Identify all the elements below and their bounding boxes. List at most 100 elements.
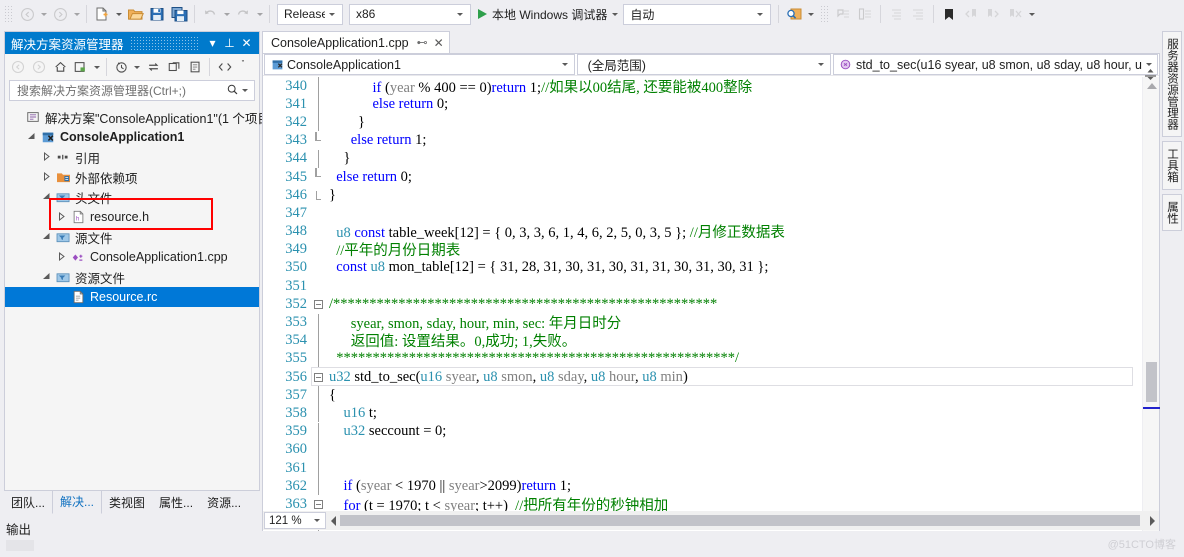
window-menu-chevron-down-icon[interactable]: ▾ bbox=[204, 36, 221, 50]
tool-tab[interactable]: 属性... bbox=[152, 492, 200, 514]
pin-icon[interactable]: ⊥ bbox=[221, 36, 238, 50]
start-debug-dropdown[interactable] bbox=[609, 3, 620, 25]
close-icon[interactable]: ✕ bbox=[238, 36, 255, 50]
zoom-caret-icon[interactable] bbox=[311, 519, 323, 522]
code-editor-surface[interactable]: 340 if (year % 400 == 0)return 1;//如果以00… bbox=[263, 77, 1159, 531]
tool-tab[interactable]: 类视图 bbox=[102, 492, 152, 514]
tab-close-icon[interactable]: ✕ bbox=[434, 36, 444, 50]
se-collapse-all-icon[interactable] bbox=[164, 57, 185, 78]
expander-expanded-icon[interactable] bbox=[39, 232, 54, 243]
expander-collapsed-icon[interactable] bbox=[39, 151, 54, 163]
expander-collapsed-icon[interactable] bbox=[54, 211, 69, 223]
undo-dropdown[interactable] bbox=[221, 3, 232, 25]
horizontal-scroll-thumb[interactable] bbox=[340, 515, 1140, 526]
toolbar-grip[interactable] bbox=[4, 5, 14, 23]
next-bookmark-icon[interactable] bbox=[982, 3, 1004, 25]
expander-expanded-icon[interactable] bbox=[39, 272, 54, 283]
fold-collapse-icon[interactable] bbox=[309, 299, 327, 309]
navbar-project-combo[interactable]: ConsoleApplication1 bbox=[264, 54, 575, 75]
code-line[interactable]: 353 syear, smon, sday, hour, min, sec: 年… bbox=[263, 313, 1159, 332]
tree-item[interactable]: 资源文件 bbox=[5, 267, 259, 287]
tree-item[interactable]: Resource.rc bbox=[5, 287, 259, 307]
configuration-caret-icon[interactable] bbox=[325, 12, 339, 16]
code-line[interactable]: 354 返回值: 设置结果。0,成功; 1,失败。 bbox=[263, 331, 1159, 350]
se-pending-dropdown[interactable] bbox=[91, 56, 102, 78]
code-line[interactable]: 349 //平年的月份日期表 bbox=[263, 241, 1159, 259]
new-item-icon[interactable] bbox=[91, 3, 113, 25]
code-line[interactable]: 359 u32 seccount = 0; bbox=[263, 422, 1159, 441]
code-line[interactable]: 346} bbox=[263, 186, 1159, 204]
tree-item[interactable]: 外部依赖项 bbox=[5, 167, 259, 187]
find-in-files-icon[interactable] bbox=[783, 3, 805, 25]
editor-tab-consoleapplication1-cpp[interactable]: ConsoleApplication1.cpp ⊷ ✕ bbox=[262, 31, 450, 53]
code-line[interactable]: 355 ************************************… bbox=[263, 349, 1159, 368]
solution-explorer-search[interactable] bbox=[9, 80, 255, 101]
start-debug-button[interactable]: 本地 Windows 调试器 bbox=[474, 3, 609, 25]
increase-indent-icon[interactable] bbox=[907, 3, 929, 25]
tool-tab[interactable]: 解决... bbox=[52, 490, 103, 514]
code-line[interactable]: 352 /************************************… bbox=[263, 295, 1159, 313]
tool-tab[interactable]: 资源... bbox=[200, 492, 248, 514]
navbar-scope-combo[interactable]: (全局范围) bbox=[576, 54, 831, 75]
code-line[interactable]: 357 { bbox=[263, 386, 1159, 405]
se-show-all-files-icon[interactable] bbox=[111, 57, 132, 78]
tool-tab[interactable]: 团队... bbox=[4, 492, 52, 514]
code-line[interactable]: 340 if (year % 400 == 0)return 1;//如果以00… bbox=[263, 77, 1159, 96]
redo-dropdown[interactable] bbox=[254, 3, 265, 25]
debug-auto-combo[interactable]: 自动 bbox=[623, 3, 772, 25]
expander-expanded-icon[interactable] bbox=[39, 192, 54, 203]
toolbar-overflow-button[interactable] bbox=[1026, 3, 1037, 25]
code-line[interactable]: 341 else return 0; bbox=[263, 95, 1159, 114]
scroll-left-arrow-icon[interactable] bbox=[326, 515, 340, 526]
forward-arrow-icon[interactable] bbox=[49, 3, 71, 25]
expander-collapsed-icon[interactable] bbox=[39, 171, 54, 183]
expander-expanded-icon[interactable] bbox=[24, 132, 39, 143]
search-options-caret-icon[interactable] bbox=[239, 89, 250, 92]
code-line[interactable]: 342 } bbox=[263, 113, 1159, 132]
code-line[interactable]: 344 } bbox=[263, 149, 1159, 168]
solution-configuration-combo[interactable]: Release bbox=[277, 3, 343, 25]
right-tool-tab[interactable]: 服务器资源管理器 bbox=[1162, 31, 1182, 137]
code-line[interactable]: 360 bbox=[263, 440, 1159, 459]
toolbar-grip-2[interactable] bbox=[820, 5, 831, 23]
se-properties-icon[interactable] bbox=[185, 57, 206, 78]
navbar-member-combo[interactable]: std_to_sec(u16 syear, u8 smon, u8 sday, … bbox=[832, 54, 1158, 75]
new-item-dropdown[interactable] bbox=[113, 3, 124, 25]
right-tool-tab[interactable]: 属性 bbox=[1162, 193, 1182, 231]
uncomment-selection-icon[interactable] bbox=[854, 3, 876, 25]
editor-split-handle[interactable] bbox=[1142, 67, 1159, 81]
se-pending-changes-icon[interactable] bbox=[70, 57, 91, 78]
se-home-icon[interactable] bbox=[50, 57, 71, 78]
code-line[interactable]: 350 const u8 mon_table[12] = { 31, 28, 3… bbox=[263, 259, 1159, 277]
previous-bookmark-icon[interactable] bbox=[960, 3, 982, 25]
undo-icon[interactable] bbox=[199, 3, 221, 25]
back-arrow-icon[interactable] bbox=[16, 3, 38, 25]
save-all-icon[interactable] bbox=[168, 3, 190, 25]
navbar-scope-caret-icon[interactable] bbox=[815, 63, 828, 66]
tree-item[interactable]: ConsoleApplication1 bbox=[5, 127, 259, 147]
code-line[interactable]: 358 u16 t; bbox=[263, 404, 1159, 423]
tree-item[interactable]: 源文件 bbox=[5, 227, 259, 247]
solution-platform-combo[interactable]: x86 bbox=[349, 3, 471, 25]
se-view-code-icon[interactable] bbox=[214, 57, 235, 78]
auto-caret-icon[interactable] bbox=[753, 12, 767, 16]
code-line[interactable]: 348 u8 const table_week[12] = { 0, 3, 3,… bbox=[263, 223, 1159, 241]
right-tool-tab[interactable]: 工具箱 bbox=[1162, 141, 1182, 190]
navbar-project-caret-icon[interactable] bbox=[559, 63, 572, 66]
search-icon[interactable] bbox=[226, 83, 239, 99]
comment-selection-icon[interactable] bbox=[832, 3, 854, 25]
se-refresh-icon[interactable] bbox=[143, 57, 164, 78]
code-line[interactable]: 345 else return 0; bbox=[263, 168, 1159, 186]
zoom-level-combo[interactable]: 121 % bbox=[264, 512, 326, 529]
fold-collapse-icon[interactable] bbox=[309, 499, 327, 509]
tree-item[interactable]: 头文件 bbox=[5, 187, 259, 207]
decrease-indent-icon[interactable] bbox=[885, 3, 907, 25]
search-input[interactable] bbox=[15, 82, 226, 99]
scroll-up-arrow-icon[interactable] bbox=[1147, 83, 1157, 89]
se-show-all-dropdown[interactable] bbox=[132, 56, 143, 78]
platform-caret-icon[interactable] bbox=[453, 12, 467, 16]
tree-item[interactable]: ConsoleApplication1.cpp bbox=[5, 247, 259, 267]
code-line[interactable]: 361 bbox=[263, 459, 1159, 478]
code-line[interactable]: 362 if (syear < 1970 || syear>2099)retur… bbox=[263, 477, 1159, 496]
tree-item[interactable]: 解决方案"ConsoleApplication1"(1 个项目) bbox=[5, 107, 274, 127]
